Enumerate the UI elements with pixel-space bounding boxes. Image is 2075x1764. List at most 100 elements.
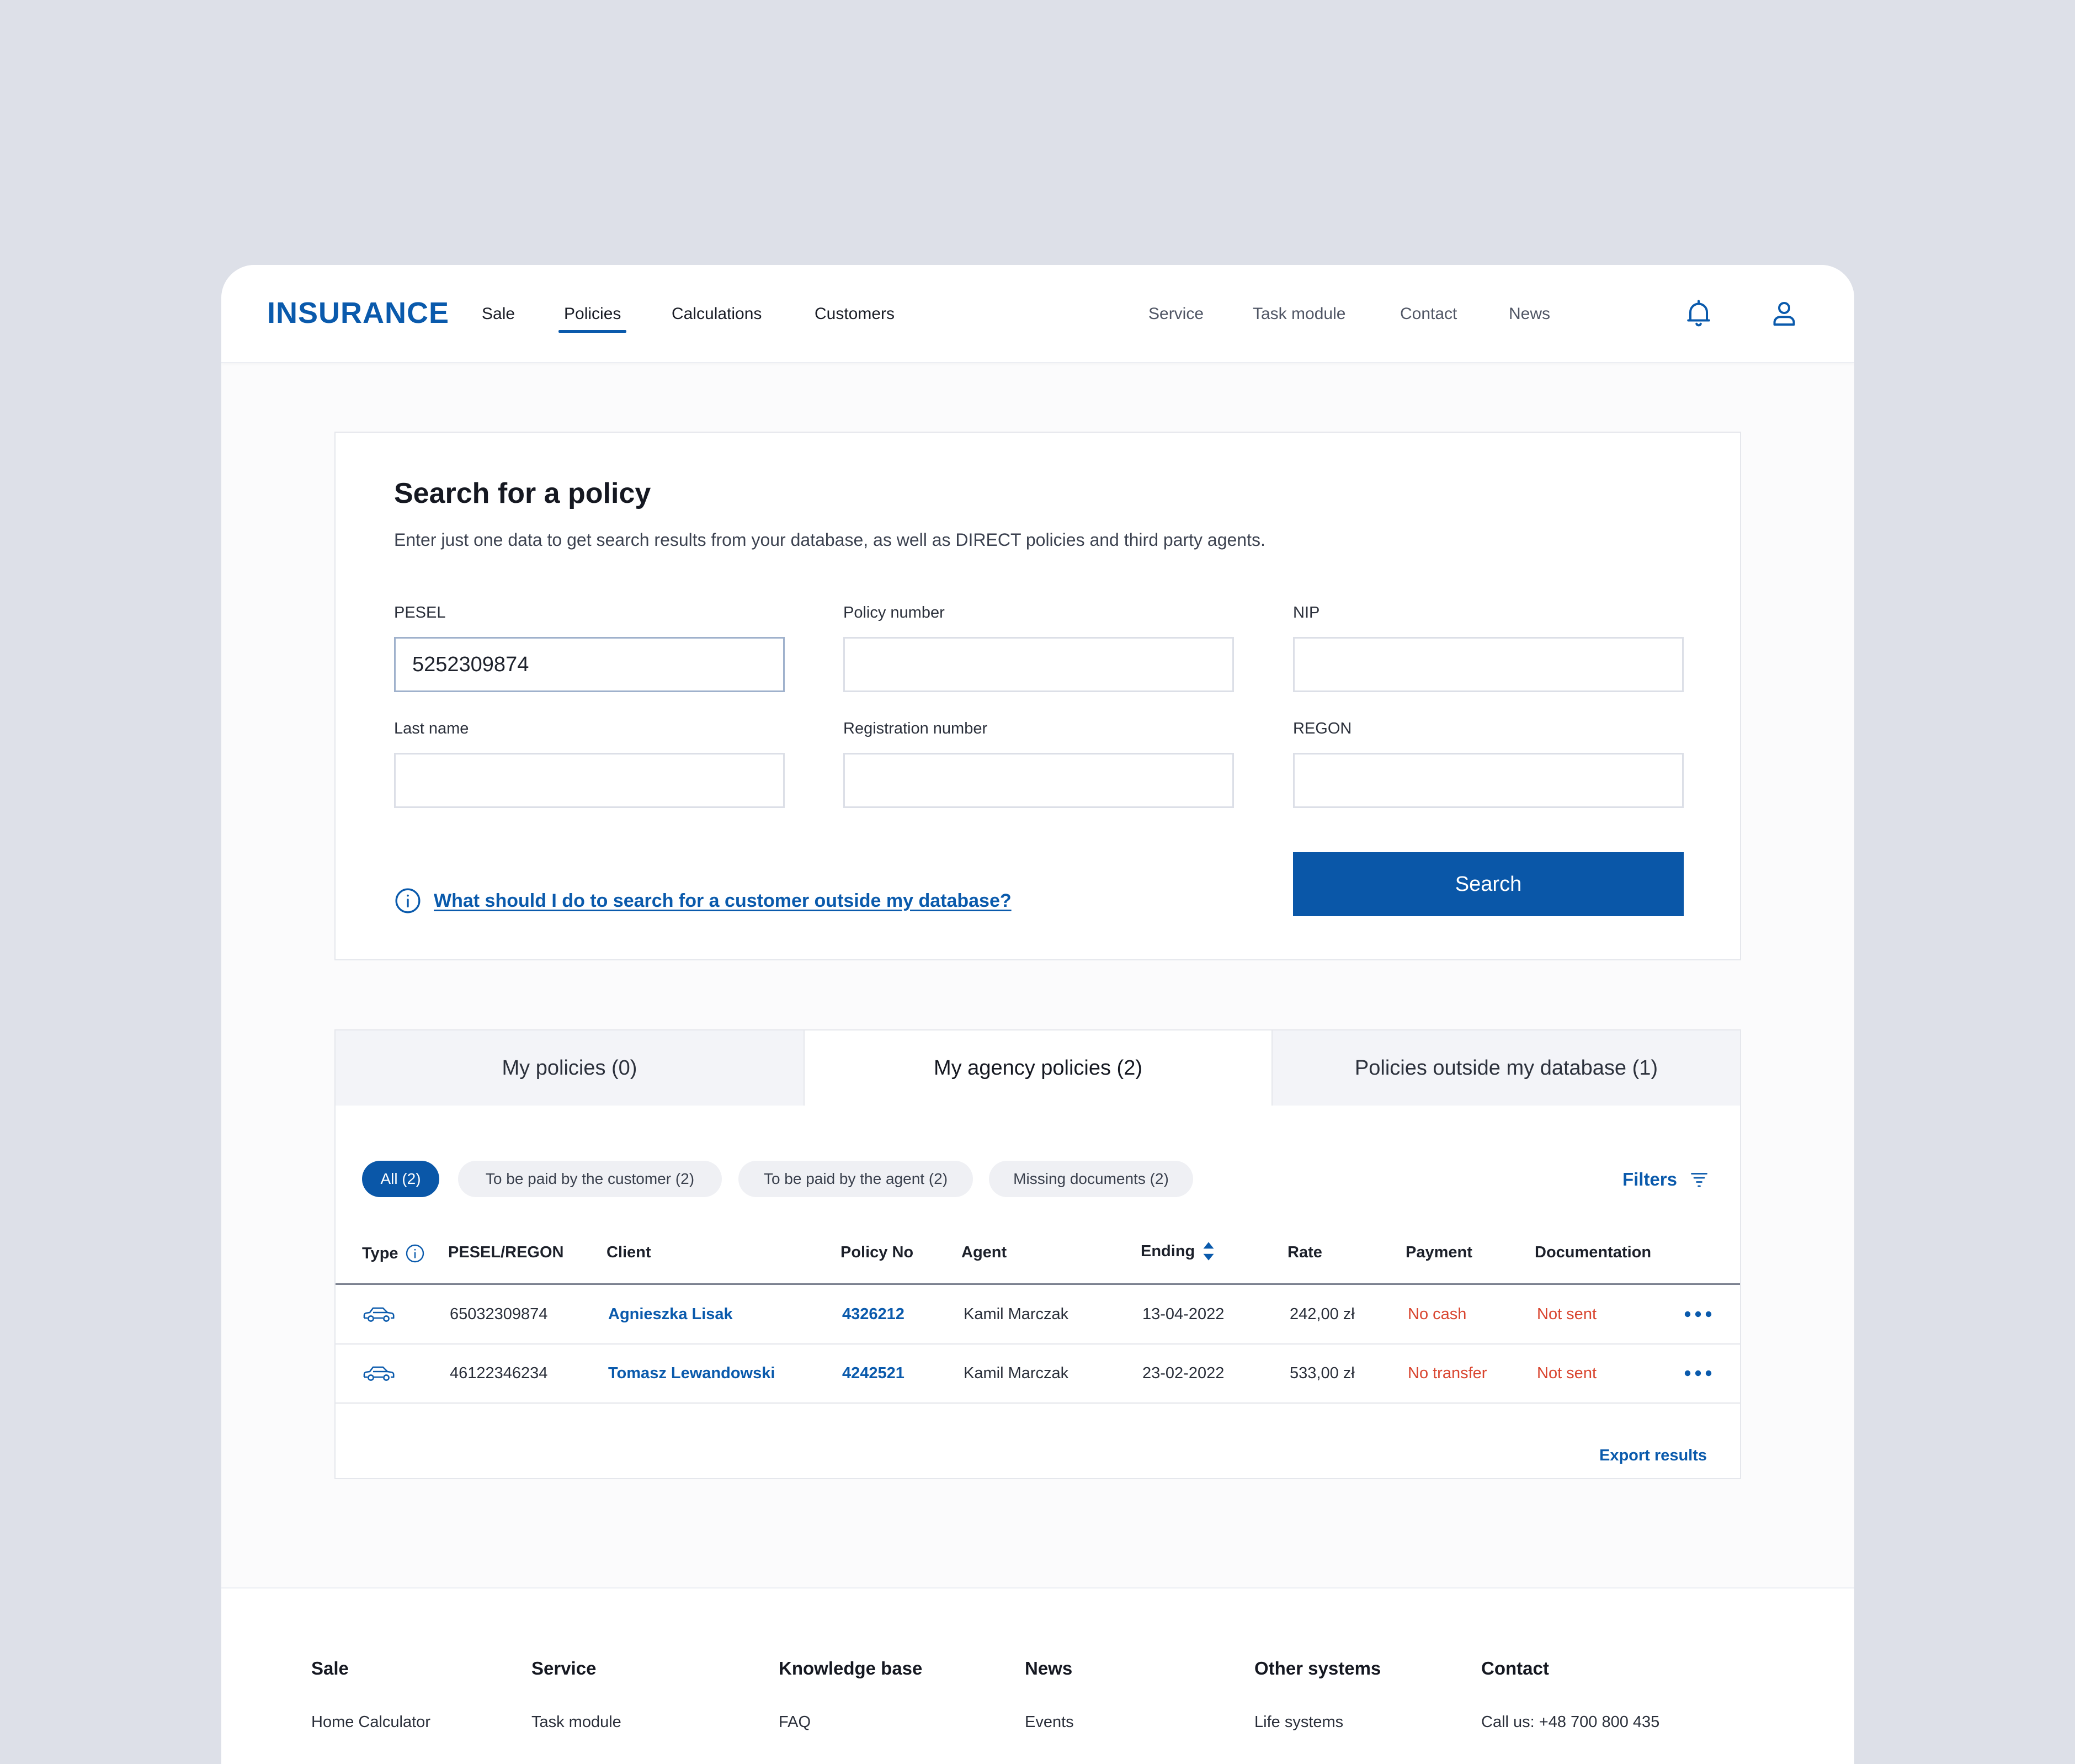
pesel-label: PESEL	[394, 604, 446, 621]
regon-input[interactable]	[1293, 753, 1684, 808]
footer-heading: Service	[531, 1658, 597, 1678]
agent-cell: Kamil Marczak	[964, 1305, 1069, 1323]
documentation-status: Not sent	[1537, 1305, 1597, 1323]
chip-paid-by-customer[interactable]: To be paid by the customer (2)	[458, 1161, 722, 1197]
regon-label: REGON	[1293, 720, 1352, 737]
table-row[interactable]: 46122346234 Tomasz Lewandowski 4242521 K…	[336, 1344, 1740, 1402]
filters-button[interactable]: Filters	[1622, 1166, 1709, 1193]
car-icon	[362, 1285, 395, 1343]
nav-news[interactable]: News	[1509, 305, 1550, 323]
agent-cell: Kamil Marczak	[964, 1364, 1069, 1382]
nav-task-module[interactable]: Task module	[1253, 305, 1345, 323]
tab-policies-outside-database[interactable]: Policies outside my database (1)	[1271, 1029, 1741, 1107]
pesel-cell: 46122346234	[450, 1364, 548, 1382]
sort-icon[interactable]	[1201, 1241, 1216, 1262]
client-link[interactable]: Agnieszka Lisak	[608, 1285, 733, 1343]
column-ending-label: Ending	[1141, 1242, 1195, 1260]
column-header-payment: Payment	[1406, 1244, 1472, 1261]
nav-contact[interactable]: Contact	[1400, 305, 1457, 323]
column-header-ending[interactable]: Ending	[1141, 1241, 1216, 1262]
table-row[interactable]: 65032309874 Agnieszka Lisak 4326212 Kami…	[336, 1285, 1740, 1343]
column-type-label: Type	[362, 1244, 398, 1262]
policy-number-label: Policy number	[843, 604, 945, 621]
last-name-label: Last name	[394, 720, 469, 737]
rate-cell: 533,00 zł	[1290, 1364, 1355, 1382]
footer-column-service: Service Task module	[531, 1658, 621, 1731]
tab-my-policies[interactable]: My policies (0)	[334, 1029, 805, 1107]
footer-column-news: News Events	[1025, 1658, 1074, 1731]
help-link[interactable]: What should I do to search for a custome…	[394, 887, 1012, 915]
info-icon[interactable]	[405, 1244, 425, 1263]
policy-number-input[interactable]	[843, 637, 1234, 692]
ending-cell: 23-02-2022	[1142, 1364, 1225, 1382]
pesel-cell: 65032309874	[450, 1305, 548, 1323]
footer-link[interactable]: Events	[1025, 1713, 1074, 1731]
footer-column-other-systems: Other systems Life systems	[1254, 1658, 1381, 1731]
registration-number-label: Registration number	[843, 720, 988, 737]
nav-sale[interactable]: Sale	[482, 305, 515, 323]
footer-column-sale: Sale Home Calculator	[311, 1658, 430, 1731]
footer-heading: Sale	[311, 1658, 349, 1678]
tab-my-agency-policies[interactable]: My agency policies (2)	[804, 1029, 1273, 1107]
bell-icon[interactable]	[1682, 297, 1715, 330]
page-title: Search for a policy	[394, 477, 651, 509]
rate-cell: 242,00 zł	[1290, 1305, 1355, 1323]
last-name-input[interactable]	[394, 753, 785, 808]
chip-paid-by-agent[interactable]: To be paid by the agent (2)	[738, 1161, 973, 1197]
registration-number-input[interactable]	[843, 753, 1234, 808]
search-description: Enter just one data to get search result…	[394, 530, 1265, 550]
nav-policies[interactable]: Policies	[558, 305, 627, 333]
footer-link[interactable]: Life systems	[1254, 1713, 1381, 1731]
policy-link[interactable]: 4326212	[842, 1285, 905, 1343]
nip-label: NIP	[1293, 604, 1320, 621]
footer-heading: News	[1025, 1658, 1073, 1678]
footer-heading: Contact	[1481, 1658, 1549, 1678]
chip-all[interactable]: All (2)	[362, 1161, 439, 1197]
footer-link[interactable]: FAQ	[779, 1713, 922, 1731]
policy-search-card: Search for a policy Enter just one data …	[334, 432, 1741, 960]
filter-icon	[1691, 1173, 1707, 1187]
column-header-agent: Agent	[961, 1244, 1007, 1261]
row-divider	[336, 1402, 1740, 1404]
car-icon	[362, 1344, 395, 1402]
footer-link[interactable]: Task module	[531, 1713, 621, 1731]
client-link[interactable]: Tomasz Lewandowski	[608, 1344, 775, 1402]
user-icon[interactable]	[1768, 297, 1801, 330]
ending-cell: 13-04-2022	[1142, 1305, 1225, 1323]
top-navigation-bar: INSURANCE Sale Policies Calculations Cus…	[221, 265, 1854, 363]
filters-label: Filters	[1622, 1169, 1677, 1189]
footer-heading: Knowledge base	[779, 1658, 923, 1678]
policy-link[interactable]: 4242521	[842, 1344, 905, 1402]
column-header-documentation: Documentation	[1535, 1244, 1652, 1261]
footer: Sale Home Calculator Service Task module…	[221, 1587, 1854, 1764]
column-header-pesel: PESEL/REGON	[448, 1244, 564, 1261]
column-header-client: Client	[606, 1244, 651, 1261]
nav-service[interactable]: Service	[1148, 305, 1204, 323]
help-link-text[interactable]: What should I do to search for a custome…	[434, 890, 1012, 912]
more-options-icon[interactable]	[1684, 1344, 1712, 1402]
column-header-rate: Rate	[1287, 1244, 1322, 1261]
footer-column-knowledge-base: Knowledge base FAQ	[779, 1658, 922, 1731]
column-header-type: Type	[362, 1244, 425, 1263]
window-frame: INSURANCE Sale Policies Calculations Cus…	[0, 0, 2075, 1764]
pesel-input[interactable]	[394, 637, 785, 692]
payment-status: No transfer	[1408, 1364, 1487, 1382]
footer-column-contact: Contact Call us: +48 700 800 435	[1481, 1658, 1659, 1731]
app-window: INSURANCE Sale Policies Calculations Cus…	[221, 265, 1854, 1764]
nav-calculations[interactable]: Calculations	[672, 305, 762, 323]
footer-link[interactable]: Call us: +48 700 800 435	[1481, 1713, 1659, 1731]
documentation-status: Not sent	[1537, 1364, 1597, 1382]
footer-link[interactable]: Home Calculator	[311, 1713, 430, 1731]
footer-heading: Other systems	[1254, 1658, 1381, 1678]
export-results-link[interactable]: Export results	[1599, 1447, 1707, 1465]
search-button[interactable]: Search	[1293, 852, 1684, 916]
results-table-container: All (2) To be paid by the customer (2) T…	[334, 1106, 1741, 1479]
nip-input[interactable]	[1293, 637, 1684, 692]
chip-missing-documents[interactable]: Missing documents (2)	[989, 1161, 1193, 1197]
nav-customers[interactable]: Customers	[815, 305, 895, 323]
info-icon	[395, 888, 421, 913]
more-options-icon[interactable]	[1684, 1285, 1712, 1343]
logo[interactable]: INSURANCE	[267, 296, 449, 330]
column-header-policy-no: Policy No	[840, 1244, 914, 1261]
results-tabs: My policies (0) My agency policies (2) P…	[334, 1029, 1741, 1107]
